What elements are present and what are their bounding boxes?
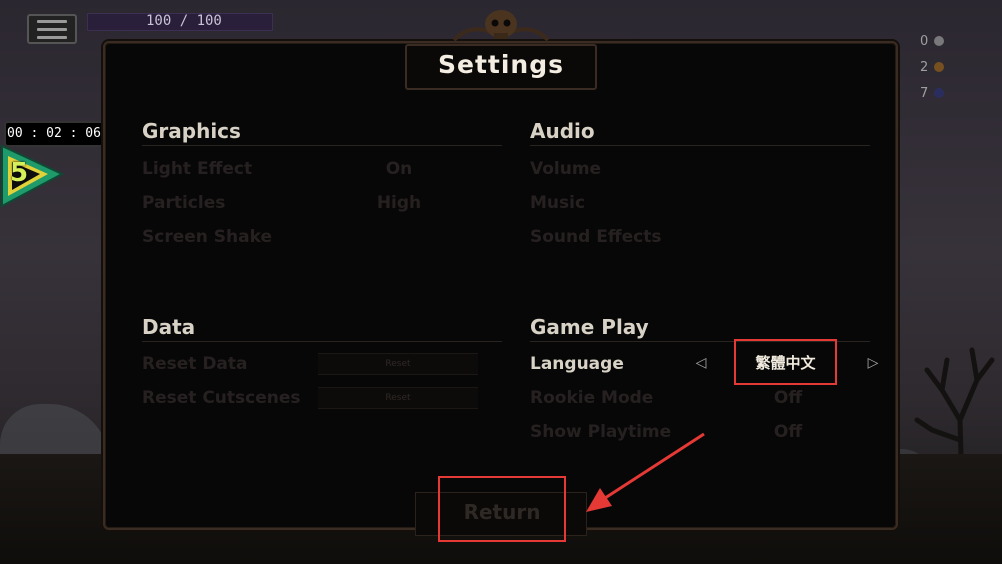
rookie-mode-value[interactable]: Off (760, 388, 816, 408)
particles-label[interactable]: Particles (142, 193, 225, 213)
menu-bar-icon (37, 35, 67, 39)
sound-effects-label[interactable]: Sound Effects (530, 227, 661, 247)
rookie-mode-label[interactable]: Rookie Mode (530, 388, 653, 408)
bag-icon (934, 62, 945, 72)
sword-icon (934, 36, 945, 46)
section-divider (142, 145, 502, 146)
light-effect-value[interactable]: On (368, 159, 430, 179)
hp-text: 100 / 100 (146, 13, 222, 29)
graphics-section-title: Graphics (142, 119, 241, 143)
screen-shake-label[interactable]: Screen Shake (142, 227, 272, 247)
page-title: Settings (437, 50, 564, 79)
resource-bag: 2 (920, 54, 960, 80)
resource-count: 0 (920, 33, 929, 49)
language-label: Language (530, 354, 624, 374)
volume-label[interactable]: Volume (530, 159, 601, 179)
return-highlight-box (438, 476, 566, 542)
resource-sword: 0 (920, 28, 960, 54)
audio-section-title: Audio (530, 119, 595, 143)
resource-gem: 7 (920, 80, 960, 106)
section-divider (142, 341, 502, 342)
data-section-title: Data (142, 315, 196, 339)
music-label[interactable]: Music (530, 193, 585, 213)
light-effect-label[interactable]: Light Effect (142, 159, 252, 179)
settings-panel (103, 41, 898, 530)
language-prev-arrow-icon[interactable]: ◁ (694, 354, 708, 372)
gem-icon (934, 88, 945, 98)
red-pointer-arrow-icon (586, 432, 705, 512)
section-divider (530, 145, 870, 146)
reset-data-label: Reset Data (142, 354, 248, 374)
language-next-arrow-icon[interactable]: ▷ (866, 354, 880, 372)
show-playtime-value[interactable]: Off (760, 422, 816, 442)
level-number: 5 (10, 158, 29, 188)
resource-count: 7 (920, 85, 929, 101)
hamburger-menu-button[interactable] (27, 14, 77, 44)
reset-cutscenes-button[interactable]: Reset (318, 387, 478, 409)
skull-ornament-icon (452, 10, 550, 42)
menu-bar-icon (37, 27, 67, 31)
gameplay-section-title: Game Play (530, 315, 649, 339)
particles-value[interactable]: High (368, 193, 430, 213)
reset-cutscenes-label: Reset Cutscenes (142, 388, 301, 408)
menu-bar-icon (37, 19, 67, 23)
resource-counters: 0 2 7 (920, 28, 960, 106)
resource-count: 2 (920, 59, 929, 75)
reset-data-button[interactable]: Reset (318, 353, 478, 375)
language-highlight-box (734, 339, 837, 385)
